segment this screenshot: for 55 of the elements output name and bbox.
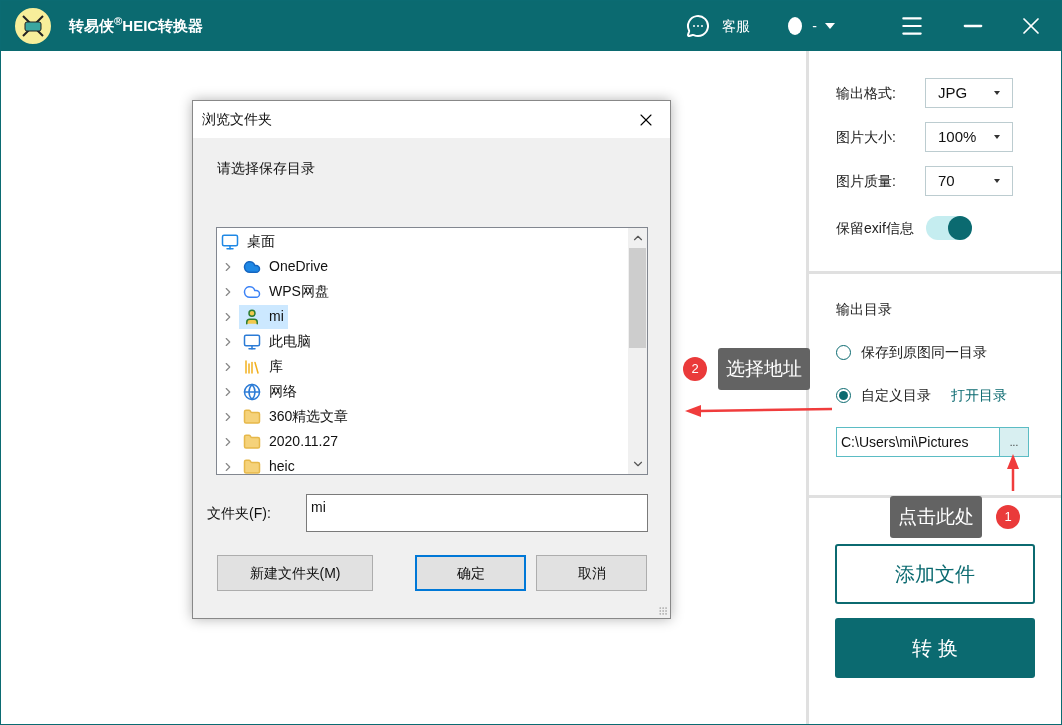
caret-icon[interactable] xyxy=(825,23,835,29)
folder-icon xyxy=(243,432,261,451)
dialog-button[interactable]: 新建文件夹(M) xyxy=(217,555,373,591)
setting-label: 输出格式: xyxy=(836,83,897,103)
folder-icon xyxy=(243,457,261,474)
folder-label: 文件夹(F): xyxy=(207,503,272,523)
exif-label: 保留exif信息 xyxy=(836,218,914,238)
resize-grip-icon[interactable] xyxy=(658,606,668,616)
user-folder-icon xyxy=(243,307,261,326)
support-button[interactable]: 客服 xyxy=(722,15,751,37)
add-files-button[interactable]: 添加文件 xyxy=(835,544,1035,604)
setting-label: 图片大小: xyxy=(836,127,897,147)
account-name: - xyxy=(812,16,817,36)
app-title: 转易侠$^{®}$HEIC转换器 xyxy=(69,14,204,36)
folder-input[interactable]: mi xyxy=(306,494,648,532)
chat-icon[interactable] xyxy=(686,14,711,38)
setting-dropdown[interactable]: JPG xyxy=(925,78,1013,108)
arrow xyxy=(1006,454,1020,492)
callout-tooltip: 选择地址 xyxy=(718,348,810,390)
computer-icon xyxy=(243,332,261,351)
radio-label: 保存到原图同一目录 xyxy=(861,343,987,362)
path-input[interactable]: C:\Users\mi\Pictures xyxy=(836,427,999,457)
callout-tooltip: 点击此处 xyxy=(890,496,982,538)
tree-item[interactable]: OneDrive xyxy=(239,254,333,279)
dialog-button[interactable]: 取消 xyxy=(536,555,647,591)
exif-toggle[interactable] xyxy=(925,216,972,240)
tree-item[interactable]: 2020.11.27 xyxy=(239,429,343,454)
open-folder-link[interactable]: 打开目录 xyxy=(951,385,1007,406)
network-icon xyxy=(243,382,261,401)
setting-dropdown[interactable]: 70 xyxy=(925,166,1013,196)
setting-dropdown[interactable]: 100% xyxy=(925,122,1013,152)
scrollbar[interactable] xyxy=(628,228,647,474)
browse-button[interactable]: ... xyxy=(999,427,1029,457)
tree-item[interactable]: 桌面 xyxy=(217,229,279,254)
step-badge: 2 xyxy=(683,357,707,381)
dialog-prompt: 请选择保存目录 xyxy=(217,159,315,178)
caret-icon xyxy=(994,179,1000,183)
dialog-button[interactable]: 确定 xyxy=(415,555,526,591)
library-icon xyxy=(243,357,261,376)
output-heading: 输出目录 xyxy=(836,300,893,319)
tree-item[interactable]: 库 xyxy=(239,354,287,379)
caret-icon xyxy=(994,135,1000,139)
tree-item[interactable]: 360精选文章 xyxy=(239,404,353,429)
tree-item[interactable]: mi xyxy=(239,304,288,329)
setting-label: 图片质量: xyxy=(836,171,897,191)
convert-button[interactable]: 转 换 xyxy=(835,618,1035,678)
caret-icon xyxy=(994,91,1000,95)
radio-label: 自定义目录 xyxy=(861,386,931,405)
tree-item[interactable]: 网络 xyxy=(239,379,301,404)
tree-item[interactable]: heic xyxy=(239,454,299,474)
tree-item[interactable]: 此电脑 xyxy=(239,329,315,354)
desktop-icon xyxy=(221,232,239,251)
folder-icon xyxy=(243,407,261,426)
dialog-title: 浏览文件夹 xyxy=(202,110,272,129)
tree-item[interactable]: WPS网盘 xyxy=(239,279,333,304)
